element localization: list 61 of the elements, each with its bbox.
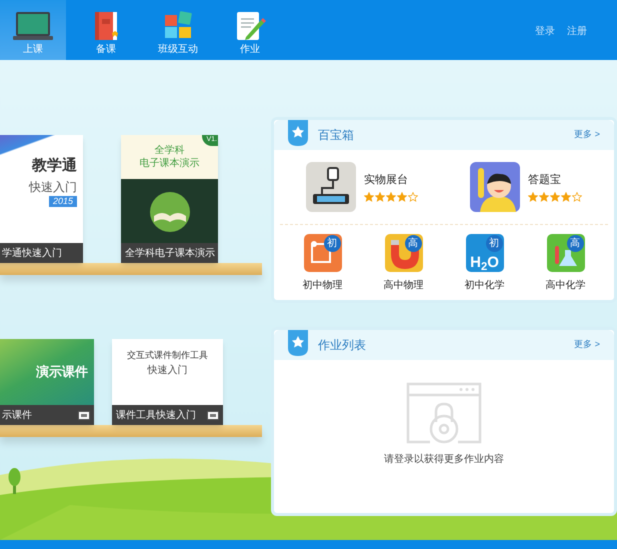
grade-badge: 初 (324, 235, 340, 252)
empty-star-icon (572, 192, 582, 202)
subject-label[interactable]: 高中化学 (546, 278, 586, 293)
filled-star-icon (539, 192, 549, 202)
book-caption: 课件工具快速入门 (116, 408, 196, 422)
filled-star-icon (397, 192, 407, 202)
formula-label: H$_{2}$O (470, 255, 499, 270)
tool-name[interactable]: 实物展台 (364, 172, 418, 188)
tool-name[interactable]: 答题宝 (528, 172, 582, 188)
filled-star-icon (386, 192, 396, 202)
book-cover[interactable]: 交互式课件制作工具 快速入门 课件工具快速入门 (112, 339, 223, 425)
account-link[interactable]: 注册 (567, 24, 587, 38)
slideshow-icon (207, 410, 219, 420)
panel-title: 作业列表 (318, 337, 366, 354)
tiles-icon (163, 11, 193, 41)
star-ribbon-icon (288, 120, 308, 146)
grade-badge: 高 (566, 235, 584, 252)
cover-title: 教学通 (32, 157, 77, 176)
filled-star-icon (364, 192, 374, 202)
cover-subtitle: 快速入门 (148, 364, 188, 378)
locked-window-icon (406, 382, 482, 444)
filled-star-icon (561, 192, 571, 202)
notepad-pencil-icon (234, 11, 266, 41)
board-icon (13, 11, 53, 41)
subject-label[interactable]: 初中物理 (302, 278, 342, 293)
filled-star-icon (375, 192, 385, 202)
filled-star-icon (550, 192, 560, 202)
document-camera-icon[interactable] (306, 162, 356, 212)
book-caption: 示课件 (2, 408, 32, 422)
subject-app-icon[interactable]: 初 H$_{2}$O (466, 234, 504, 272)
account-link[interactable]: 登录 (535, 24, 555, 38)
cover-title: 演示课件 (36, 363, 88, 382)
cover-title: 全学科 (154, 145, 184, 158)
year-badge: 2015 (48, 196, 77, 207)
subject-label[interactable]: 初中化学 (464, 278, 504, 293)
cover-title: 电子课本演示 (140, 158, 200, 170)
book-caption: 学通快速入门 (2, 246, 62, 260)
cover-title: 交互式课件制作工具 (127, 349, 208, 362)
subject-app-icon[interactable]: 高 (546, 234, 584, 272)
panel-title: 百宝箱 (318, 127, 354, 144)
nav-tab[interactable]: 上课 (0, 0, 66, 60)
more-link[interactable]: 更多 > (574, 128, 600, 142)
subject-app-icon[interactable]: 高 (384, 234, 422, 272)
grade-badge: 高 (404, 235, 422, 252)
book-cover[interactable]: 演示课件 示课件 (0, 339, 94, 425)
nav-tab[interactable]: 作业 (214, 0, 286, 60)
cover-subtitle: 快速入门 (29, 178, 77, 196)
nav-tab[interactable]: 备课 (70, 0, 142, 60)
book-caption: 全学科电子课本演示 (125, 246, 215, 260)
star-ribbon-icon (288, 330, 308, 356)
book-cover[interactable]: 教学通 快速入门 2015 学通快速入门 (0, 135, 83, 263)
grade-badge: 初 (486, 235, 502, 252)
slideshow-icon (78, 410, 90, 420)
subject-app-icon[interactable]: 初 (304, 234, 342, 272)
login-prompt: 请登录以获得更多作业内容 (384, 452, 504, 467)
raised-hand-child-icon[interactable] (470, 162, 520, 212)
nav-tab[interactable]: 班级互动 (142, 0, 214, 60)
filled-star-icon (528, 192, 538, 202)
empty-star-icon (408, 192, 418, 202)
more-link[interactable]: 更多 > (574, 338, 600, 352)
subject-label[interactable]: 高中物理 (384, 278, 424, 293)
